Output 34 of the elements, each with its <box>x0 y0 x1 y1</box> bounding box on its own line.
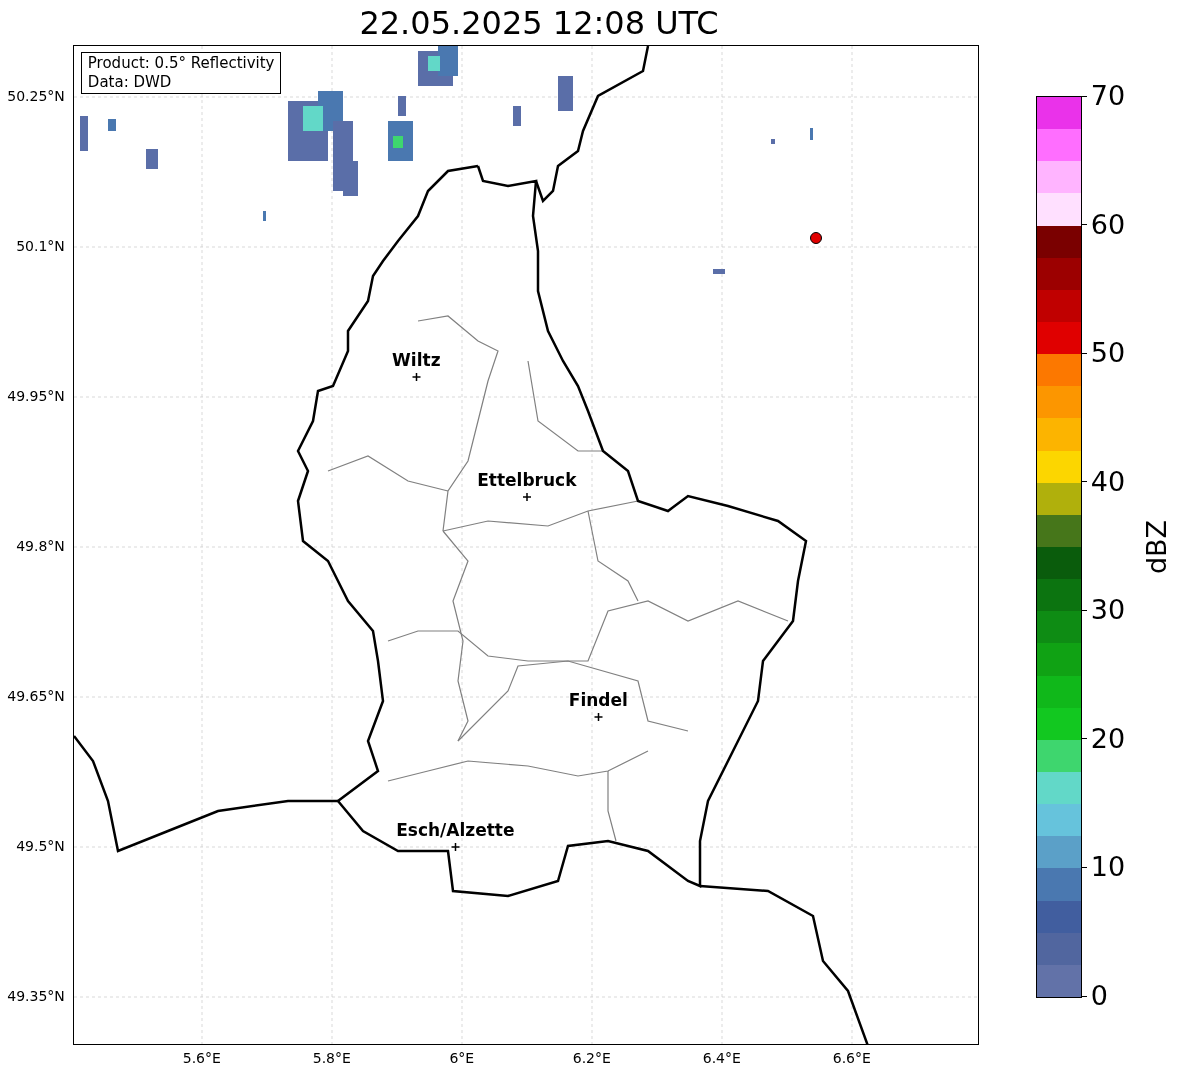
colorbar-tick-label: 0 <box>1090 981 1108 1011</box>
city-label: Esch/Alzette <box>396 820 515 840</box>
latitude-label: 49.35°N <box>7 988 65 1004</box>
colorbar-tick-label: 30 <box>1090 595 1126 626</box>
latitude-label: 49.95°N <box>7 388 65 404</box>
city-marker <box>593 712 604 722</box>
colorbar-tick-label: 70 <box>1090 81 1126 111</box>
latitude-label: 49.8°N <box>16 538 65 554</box>
longitude-label: 6.4°E <box>702 1050 741 1066</box>
colorbar-tick-label: 40 <box>1090 466 1126 497</box>
radar-site-marker <box>809 232 822 244</box>
longitude-label: 5.6°E <box>182 1050 221 1066</box>
colorbar-tick-label: 50 <box>1090 338 1126 369</box>
latitude-label: 49.5°N <box>16 838 65 854</box>
colorbar-label: dBZ <box>1141 519 1172 575</box>
city-label: Findel <box>568 690 628 710</box>
longitude-label: 6°E <box>449 1050 475 1066</box>
longitude-label: 6.6°E <box>832 1050 871 1066</box>
info-text: Data: DWD <box>87 73 173 92</box>
colorbar-tick-label: 60 <box>1090 209 1126 240</box>
colorbar-tick-label: 20 <box>1090 723 1126 754</box>
longitude-label: 5.8°E <box>312 1050 351 1066</box>
figure-title: 22.05.2025 12:08 UTC <box>359 3 719 44</box>
latitude-label: 50.1°N <box>16 238 65 254</box>
city-label: Wiltz <box>392 350 441 370</box>
city-marker <box>450 842 461 852</box>
latitude-label: 49.65°N <box>7 688 65 704</box>
latitude-label: 50.25°N <box>7 88 65 104</box>
colorbar-tick-label: 10 <box>1090 852 1126 883</box>
city-marker <box>522 492 532 502</box>
city-marker <box>411 372 422 382</box>
info-text: Product: 0.5° Reflectivity <box>87 54 275 73</box>
longitude-label: 6.2°E <box>572 1050 611 1066</box>
city-label: Ettelbruck <box>477 470 577 490</box>
